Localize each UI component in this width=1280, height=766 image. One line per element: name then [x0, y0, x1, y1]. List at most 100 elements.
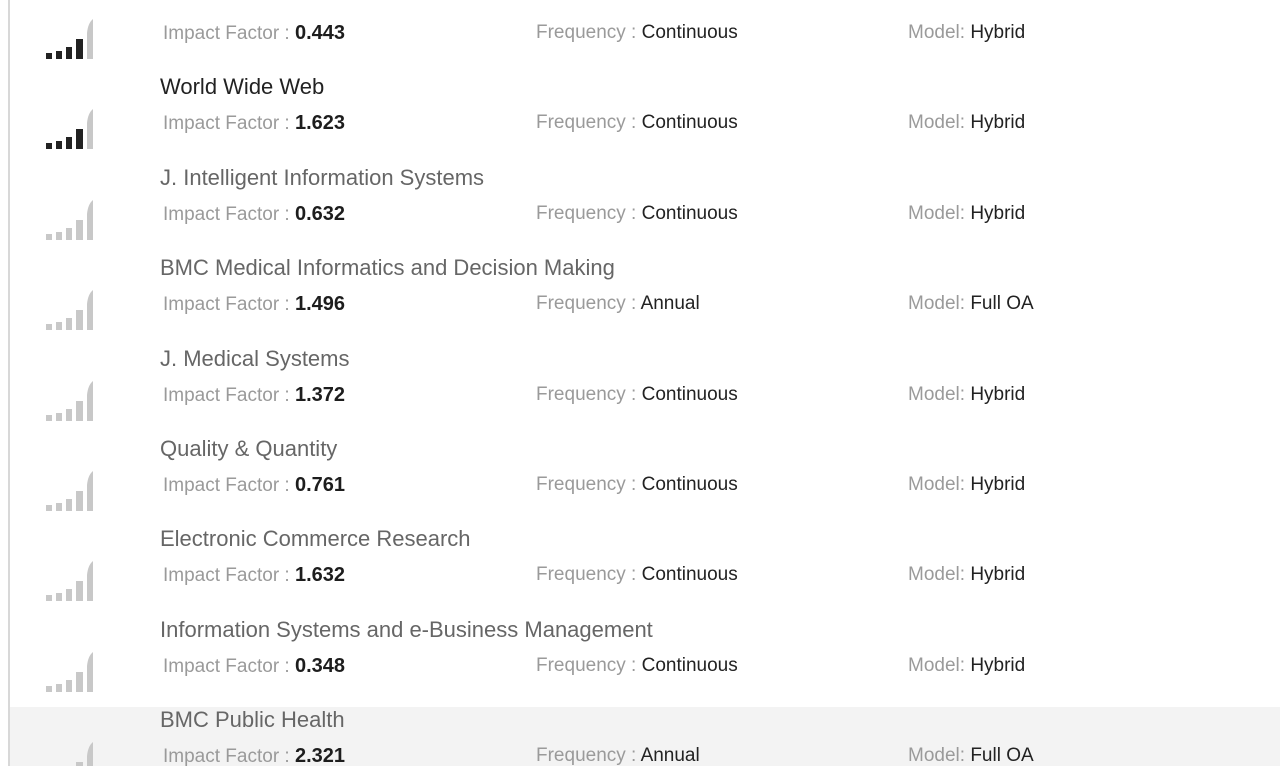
journal-title[interactable]: J. Intelligent Information Systems: [160, 165, 484, 191]
relevance-bar: [66, 137, 72, 149]
frequency-value: Annual: [640, 293, 700, 314]
journal-row[interactable]: BMC Medical Informatics and Decision Mak…: [10, 255, 1280, 345]
frequency-value: Continuous: [641, 22, 738, 43]
model: Model: Hybrid: [908, 21, 1025, 45]
relevance-bar: [46, 686, 52, 692]
relevance-bar: [76, 491, 83, 511]
journal-row[interactable]: Information Systems and e-Business Manag…: [10, 617, 1280, 707]
relevance-bar: [56, 503, 62, 511]
relevance-bar: [56, 684, 62, 692]
journal-row[interactable]: J. Medical Systems Impact Factor : 1.372…: [10, 346, 1280, 436]
frequency: Frequency : Continuous: [536, 21, 738, 45]
relevance-bar: [66, 499, 72, 511]
model-label: Model:: [908, 112, 971, 133]
impact-factor-value: 1.623: [294, 112, 346, 134]
journal-results-page: Impact Factor : 0.443 Frequency : Contin…: [0, 0, 1280, 766]
frequency: Frequency : Continuous: [536, 383, 738, 407]
relevance-bar: [46, 234, 52, 240]
relevance-bars-icon: [46, 375, 126, 425]
model: Model: Hybrid: [908, 654, 1025, 678]
relevance-bars-icon: [46, 103, 126, 153]
journal-row[interactable]: Quality & Quantity Impact Factor : 0.761…: [10, 436, 1280, 526]
relevance-bar: [56, 413, 62, 421]
model-label: Model:: [908, 384, 971, 405]
model-label: Model:: [908, 745, 971, 766]
frequency-value: Annual: [640, 745, 700, 766]
relevance-bars-svg: [46, 200, 93, 240]
impact-factor: Impact Factor : 0.761: [163, 473, 345, 498]
relevance-bar-tall: [87, 200, 93, 240]
relevance-bar-tall: [87, 381, 93, 421]
impact-factor-label: Impact Factor :: [163, 475, 295, 496]
relevance-bar: [46, 143, 52, 149]
impact-factor-value: 0.348: [294, 655, 346, 677]
journal-list: Impact Factor : 0.443 Frequency : Contin…: [10, 0, 1280, 766]
impact-factor: Impact Factor : 1.632: [163, 563, 345, 588]
journal-title[interactable]: Information Systems and e-Business Manag…: [160, 617, 653, 643]
impact-factor-label: Impact Factor :: [163, 656, 295, 677]
frequency-label: Frequency :: [536, 203, 642, 224]
impact-factor: Impact Factor : 0.443: [163, 21, 345, 46]
impact-factor-value: 1.372: [294, 384, 346, 406]
impact-factor-label: Impact Factor :: [163, 294, 295, 315]
impact-factor: Impact Factor : 0.632: [163, 202, 345, 227]
journal-row[interactable]: Electronic Commerce Research Impact Fact…: [10, 526, 1280, 616]
impact-factor: Impact Factor : 1.623: [163, 111, 345, 136]
relevance-bars-svg: [46, 109, 93, 149]
journal-title[interactable]: BMC Public Health: [160, 707, 345, 733]
model-value: Hybrid: [970, 384, 1026, 405]
journal-title[interactable]: World Wide Web: [160, 74, 324, 100]
journal-row[interactable]: World Wide Web Impact Factor : 1.623 Fre…: [10, 74, 1280, 164]
frequency: Frequency : Continuous: [536, 111, 738, 135]
frequency-label: Frequency :: [536, 655, 642, 676]
frequency-label: Frequency :: [536, 745, 641, 766]
frequency: Frequency : Continuous: [536, 563, 738, 587]
relevance-bar: [66, 47, 72, 59]
impact-factor-label: Impact Factor :: [163, 565, 295, 586]
relevance-bar: [66, 680, 72, 692]
relevance-bar: [46, 415, 52, 421]
model-value: Hybrid: [970, 22, 1026, 43]
relevance-bar: [56, 232, 62, 240]
impact-factor: Impact Factor : 2.321: [163, 744, 345, 766]
relevance-bar: [56, 51, 62, 59]
impact-factor: Impact Factor : 0.348: [163, 654, 345, 679]
relevance-bars-icon: [46, 194, 126, 244]
model-value: Hybrid: [970, 564, 1026, 585]
relevance-bars-svg: [46, 381, 93, 421]
relevance-bar-tall: [87, 109, 93, 149]
frequency-label: Frequency :: [536, 474, 642, 495]
model-value: Full OA: [970, 745, 1034, 766]
journal-row[interactable]: J. Intelligent Information Systems Impac…: [10, 165, 1280, 255]
journal-title[interactable]: Quality & Quantity: [160, 436, 337, 462]
relevance-bar-tall: [87, 19, 93, 59]
relevance-bar: [56, 593, 62, 601]
relevance-bars-svg: [46, 471, 93, 511]
impact-factor-label: Impact Factor :: [163, 385, 295, 406]
journal-row[interactable]: BMC Public Health Impact Factor : 2.321 …: [10, 707, 1280, 766]
relevance-bar: [66, 589, 72, 601]
journal-title[interactable]: BMC Medical Informatics and Decision Mak…: [160, 255, 615, 281]
frequency: Frequency : Annual: [536, 744, 700, 766]
journal-title[interactable]: J. Medical Systems: [160, 346, 350, 372]
relevance-bar: [76, 401, 83, 421]
relevance-bar: [76, 581, 83, 601]
model-value: Hybrid: [970, 474, 1026, 495]
frequency-label: Frequency :: [536, 384, 642, 405]
impact-factor-value: 1.496: [294, 293, 346, 315]
frequency-label: Frequency :: [536, 564, 642, 585]
impact-factor-label: Impact Factor :: [163, 113, 295, 134]
impact-factor-label: Impact Factor :: [163, 204, 295, 225]
frequency: Frequency : Continuous: [536, 654, 738, 678]
journal-title[interactable]: Electronic Commerce Research: [160, 526, 471, 552]
impact-factor-value: 0.761: [294, 474, 346, 496]
model: Model: Hybrid: [908, 563, 1025, 587]
frequency: Frequency : Annual: [536, 292, 700, 316]
relevance-bars-icon: [46, 646, 126, 696]
journal-row[interactable]: Impact Factor : 0.443 Frequency : Contin…: [10, 0, 1280, 74]
relevance-bar: [76, 220, 83, 240]
impact-factor-value: 2.321: [294, 745, 346, 766]
impact-factor: Impact Factor : 1.496: [163, 292, 345, 317]
frequency-value: Continuous: [641, 564, 738, 585]
relevance-bar: [76, 39, 83, 59]
